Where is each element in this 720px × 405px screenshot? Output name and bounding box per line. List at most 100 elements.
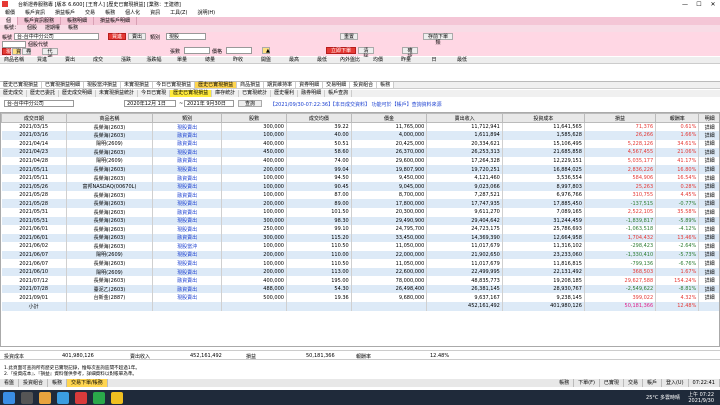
menu-item-quote[interactable]: 報價 <box>5 9 15 16</box>
cell-detail[interactable]: 詳細 <box>698 259 719 268</box>
order-type-margin[interactable]: 資 <box>12 48 21 55</box>
quantity-input[interactable] <box>184 47 210 54</box>
col-category[interactable]: 類別 <box>152 113 223 123</box>
report-tab-3[interactable]: 未實現損益 <box>121 82 154 88</box>
cell-detail[interactable]: 詳細 <box>698 216 719 226</box>
start-icon[interactable] <box>3 391 15 404</box>
col-trade-date[interactable]: 成交日期 <box>1 113 67 123</box>
report-tab-6[interactable]: 商品損益 <box>237 82 265 88</box>
tab-account-service[interactable]: 帳戶資訊服務 <box>18 17 62 25</box>
report-subtab-4[interactable]: 今日已實現 <box>138 90 171 97</box>
code-button[interactable]: 代號 <box>42 48 58 61</box>
report-subtab-6[interactable]: 庫存統計 <box>212 90 240 97</box>
menu-item-ledger[interactable]: 帳務 <box>105 9 115 16</box>
report-subtab-0[interactable]: 歷史成交 <box>0 90 28 97</box>
table-row[interactable]: 2021/09/01 台新金(2887) 現股賣出 500,000 19.36 9,680… <box>1 293 719 302</box>
sub-tab-account[interactable]: 帳號： <box>0 25 23 32</box>
bottom-tab-portfolio[interactable]: 投資組合 <box>19 379 49 387</box>
table-row[interactable]: 2021/06/07 陽明(2609) 現股賣出 200,000 110.00 22,00… <box>1 250 719 260</box>
cell-detail[interactable]: 詳細 <box>698 173 719 183</box>
status-trade[interactable]: 交易 <box>624 379 643 387</box>
col-pl[interactable]: 損益 <box>583 113 657 123</box>
table-row[interactable]: 2021/05/31 長榮海(2603) 現股賣出 300,000 98.30 29,49… <box>1 216 719 226</box>
date-to-input[interactable]: 2021年 9月30日 <box>184 100 234 107</box>
col-sell-income[interactable]: 賣出收入 <box>426 113 503 123</box>
col-shares[interactable]: 股數 <box>221 113 287 123</box>
table-row[interactable]: 2021/03/15 長榮海(2603) 現股賣出 300,000 39.22 11,76… <box>1 122 719 132</box>
table-row[interactable]: 2021/05/11 長榮海(2603) 現股賣出 200,000 99.04 19,80… <box>1 165 719 174</box>
report-tab-7[interactable]: 期貨維持率 <box>264 82 297 88</box>
close-button[interactable]: ✕ <box>706 1 720 8</box>
sell-button[interactable]: 賣出 <box>128 33 146 40</box>
menu-item-tools[interactable]: 工具(Z) <box>170 9 187 16</box>
menu-item-info[interactable]: 資訊 <box>150 9 160 16</box>
reset-button[interactable]: 重置 <box>340 33 358 40</box>
cell-detail[interactable]: 詳細 <box>698 267 719 277</box>
cell-detail[interactable]: 詳細 <box>698 207 719 217</box>
cell-detail[interactable]: 詳細 <box>698 225 719 234</box>
table-row[interactable]: 2021/07/28 臺泥乙(2603) 融資賣出 488,000 54.30 26,49… <box>1 284 719 294</box>
table-row[interactable]: 2021/06/01 長榮海(2603) 融資賣出 300,000 115.20 33,4… <box>1 233 719 243</box>
report-tab-11[interactable]: 帳務 <box>377 82 395 88</box>
cell-detail[interactable]: 詳細 <box>698 293 719 302</box>
cell-detail[interactable]: 詳細 <box>698 122 719 132</box>
menu-item-account[interactable]: 帳戶資訊 <box>25 9 45 16</box>
report-subtab-2[interactable]: 歷史成交明細 <box>59 90 97 97</box>
report-tab-9[interactable]: 交易明細 <box>323 82 351 88</box>
table-row[interactable]: 2021/07/12 長榮海(2603) 融資賣出 400,000 195.00 78,0… <box>1 276 719 285</box>
cell-detail[interactable]: 詳細 <box>698 165 719 174</box>
table-row[interactable]: 小計 452,161,492 401,980,126 50,181,366 12.48% <box>1 301 719 311</box>
cell-detail[interactable]: 詳細 <box>698 148 719 157</box>
query-button[interactable]: 查詢 <box>238 100 262 107</box>
cell-detail[interactable]: 詳細 <box>698 139 719 149</box>
category-select[interactable]: 現股 <box>166 33 206 40</box>
cell-detail[interactable]: 詳細 <box>698 250 719 260</box>
tab-personal[interactable]: 個 <box>0 17 19 25</box>
submit-order-button[interactable]: 立即下單 <box>326 47 356 54</box>
status-order[interactable]: 下單(F) <box>574 379 600 387</box>
date-from-input[interactable]: 2020年12月 1日 <box>124 100 176 107</box>
table-row[interactable]: 2021/04/28 陽明(2609) 融資賣出 400,000 74.00 29,600… <box>1 156 719 166</box>
report-tab-8[interactable]: 資券明細 <box>296 82 324 88</box>
cell-detail[interactable]: 詳細 <box>698 242 719 251</box>
status-login[interactable]: 登入(U) <box>662 379 689 387</box>
status-realized[interactable]: 已實現 <box>600 379 624 387</box>
table-row[interactable]: 2021/05/28 長榮海(2603) 融資賣出 100,000 87.00 8,700… <box>1 190 719 200</box>
table-row[interactable]: 2021/06/07 長榮海(2603) 現股賣出 100,000 110.50 11,0… <box>1 259 719 268</box>
report-subtab-7[interactable]: 已實現統計 <box>239 90 272 97</box>
report-subtab-8[interactable]: 歷史權利 <box>271 90 299 97</box>
price-input[interactable] <box>226 47 252 54</box>
bottom-tab-trade[interactable]: 交易下單/帳務 <box>67 379 108 387</box>
table-row[interactable]: 2021/06/02 長榮海(2603) 現股當沖 100,000 110.50 11,0… <box>1 242 719 251</box>
status-account[interactable]: 帳戶 <box>643 379 662 387</box>
save-order-type-button[interactable]: 存前下單類 <box>423 33 453 46</box>
maximize-button[interactable]: ☐ <box>692 1 706 8</box>
cell-detail[interactable]: 詳細 <box>698 182 719 191</box>
filter-account-select[interactable]: 台-台中中分公司 <box>4 100 74 107</box>
table-row[interactable]: 2021/04/23 長榮海(2603) 現股賣出 450,000 58.60 26,37… <box>1 148 719 157</box>
cell-detail[interactable]: 詳細 <box>698 199 719 208</box>
clear-button[interactable]: 清除 <box>358 47 374 60</box>
bottom-tab-quote[interactable]: 看盤 <box>0 379 20 387</box>
table-row[interactable]: 2021/06/10 陽明(2609) 現股賣出 200,000 113.00 22,60… <box>1 267 719 277</box>
cell-detail[interactable]: 詳細 <box>698 190 719 200</box>
report-subtab-3[interactable]: 未實現損益統計 <box>96 90 139 97</box>
order-type-cash[interactable]: 現 <box>2 48 11 55</box>
app-icon-yellow[interactable] <box>111 391 123 404</box>
sub-tab-ledger[interactable]: 帳務 <box>64 25 82 32</box>
col-return-rate[interactable]: 報酬率 <box>655 113 700 123</box>
tab-pl-detail[interactable]: 損益帳戶明細 <box>94 17 138 25</box>
report-tab-0[interactable]: 歷史已實現損益 <box>0 82 43 88</box>
col-cost[interactable]: 投資成本 <box>501 113 585 123</box>
price-up-button[interactable]: ▲ <box>262 47 270 54</box>
report-tab-4[interactable]: 今日已實現損益 <box>153 82 196 88</box>
menu-item-trade[interactable]: 交易 <box>85 9 95 16</box>
col-detail[interactable]: 明細 <box>698 113 719 123</box>
table-row[interactable]: 2021/04/14 陽明(2609) 融資賣出 400,000 50.51 20,425… <box>1 139 719 149</box>
menu-item-pl[interactable]: 損益帳戶 <box>55 9 75 16</box>
order-type-short[interactable]: 券 <box>22 48 31 55</box>
report-subtab-5[interactable]: 歷史已實現損益 <box>170 90 213 97</box>
report-subtab-1[interactable]: 歷史已委託 <box>27 90 60 97</box>
col-avg-price[interactable]: 成交均價 <box>285 113 352 123</box>
browser-icon[interactable] <box>57 391 69 404</box>
